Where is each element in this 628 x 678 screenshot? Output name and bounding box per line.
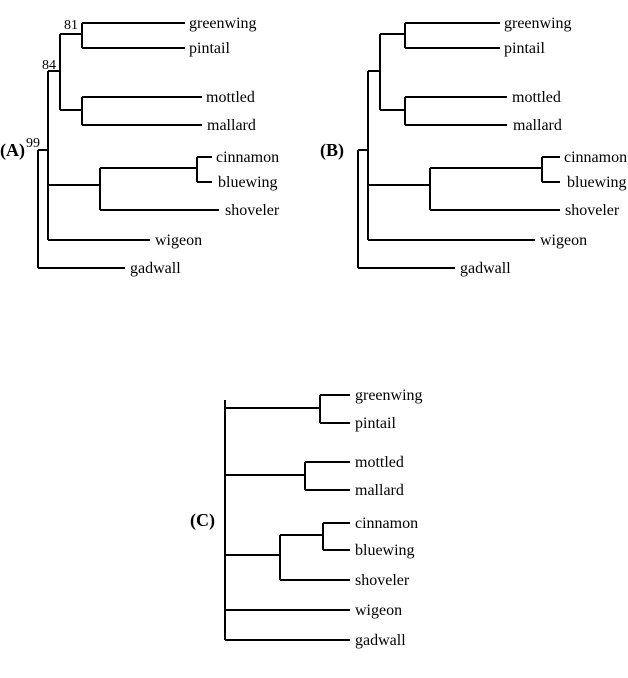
taxon-a-pintail: pintail: [189, 40, 230, 58]
taxon-a-bluewing: bluewing: [218, 174, 278, 192]
taxon-c-greenwing: greenwing: [355, 387, 423, 405]
taxon-a-cinnamon: cinnamon: [216, 149, 279, 167]
taxon-b-gadwall: gadwall: [460, 260, 511, 278]
taxon-c-wigeon: wigeon: [355, 602, 402, 620]
taxon-b-bluewing: bluewing: [567, 174, 627, 192]
bootstrap-84: 84: [42, 58, 56, 74]
panel-label-b: (B): [320, 140, 344, 161]
taxon-c-cinnamon: cinnamon: [355, 515, 418, 533]
bootstrap-81: 81: [64, 18, 78, 34]
taxon-a-wigeon: wigeon: [155, 232, 202, 250]
taxon-c-mottled: mottled: [355, 454, 404, 472]
taxon-b-mallard: mallard: [513, 117, 562, 135]
panel-label-a: (A): [0, 140, 25, 161]
taxon-c-mallard: mallard: [355, 482, 404, 500]
taxon-a-shoveler: shoveler: [225, 202, 279, 220]
taxon-b-pintail: pintail: [504, 40, 545, 58]
taxon-a-gadwall: gadwall: [130, 260, 181, 278]
taxon-b-mottled: mottled: [512, 89, 561, 107]
taxon-c-gadwall: gadwall: [355, 632, 406, 650]
taxon-a-mallard: mallard: [207, 117, 256, 135]
taxon-c-bluewing: bluewing: [355, 542, 415, 560]
taxon-a-mottled: mottled: [206, 89, 255, 107]
taxon-c-shoveler: shoveler: [355, 572, 409, 590]
taxon-b-shoveler: shoveler: [565, 202, 619, 220]
panel-label-c: (C): [190, 510, 215, 531]
taxon-b-greenwing: greenwing: [504, 15, 572, 33]
taxon-a-greenwing: greenwing: [189, 15, 257, 33]
bootstrap-99: 99: [26, 136, 40, 152]
taxon-c-pintail: pintail: [355, 415, 396, 433]
taxon-b-wigeon: wigeon: [540, 232, 587, 250]
taxon-b-cinnamon: cinnamon: [564, 149, 627, 167]
